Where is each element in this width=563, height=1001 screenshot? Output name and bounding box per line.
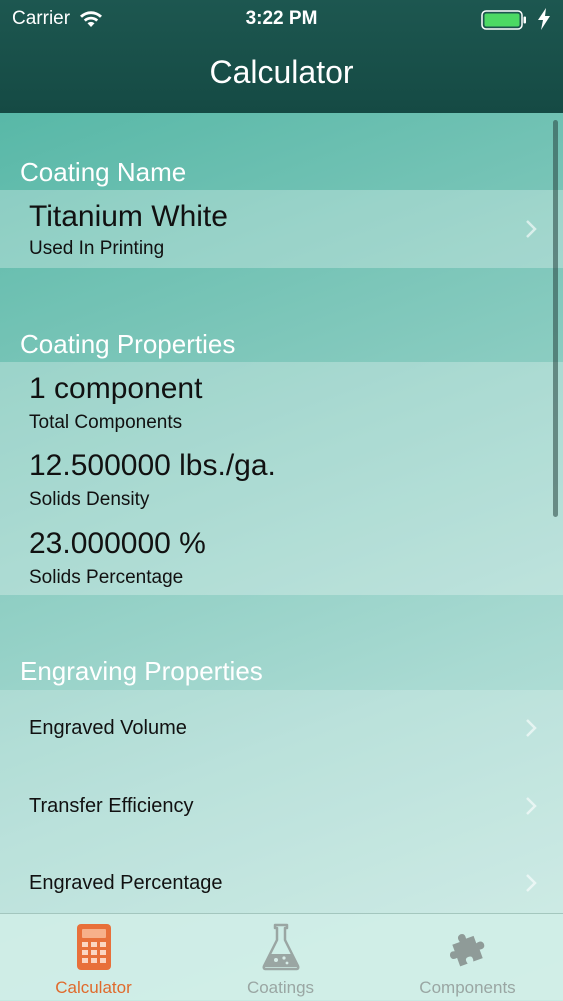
engraved-percentage-row[interactable]: Engraved Percentage [0,845,563,913]
engraving-properties-group: Engraved Volume Transfer Efficiency Engr… [0,690,563,913]
chevron-right-icon [526,874,537,892]
transfer-efficiency-row[interactable]: Transfer Efficiency [0,768,563,842]
status-bar: Carrier 3:22 PM [0,0,563,40]
solids-percentage-value: 23.000000 % [29,527,206,560]
calculator-icon [76,924,111,970]
chevron-right-icon [526,220,537,238]
page-title: Calculator [209,54,354,90]
engraved-percentage-label: Engraved Percentage [29,872,223,894]
navigation-header: Carrier 3:22 PM Calculator [0,0,563,113]
tab-bar: Calculator Coatings Components [0,913,563,1001]
engraved-volume-label: Engraved Volume [29,717,187,739]
total-components-label: Total Components [29,412,183,433]
tab-label: Coatings [246,978,315,997]
solids-percentage-label: Solids Percentage [29,567,184,588]
calculator-table[interactable]: Coating Name Titanium White Used In Prin… [0,113,563,913]
puzzle-icon [449,933,484,967]
chevron-right-icon [526,719,537,737]
section-header-coating-name: Coating Name [20,157,187,187]
section-header-engraving-properties: Engraving Properties [20,656,263,686]
solids-density-value: 12.500000 lbs./ga. [29,449,276,482]
engraved-volume-row[interactable]: Engraved Volume [0,690,563,764]
status-time: 3:22 PM [245,8,318,29]
transfer-efficiency-label: Transfer Efficiency [29,795,194,817]
chevron-right-icon [526,797,537,815]
battery-icon [481,10,526,30]
coating-name-row[interactable]: Titanium White Used In Printing [0,190,563,268]
charging-bolt-icon [538,8,550,30]
vertical-scrollbar[interactable] [553,120,558,517]
tab-coatings[interactable]: Coatings [187,914,374,1001]
tab-label: Components [419,978,516,997]
flask-icon [262,923,299,971]
coating-name-subtitle: Used In Printing [29,238,165,259]
section-header-coating-properties: Coating Properties [20,329,236,359]
coating-properties-group: 1 component Total Components 12.500000 l… [0,362,563,595]
total-components-value: 1 component [29,372,203,405]
tab-label: Calculator [55,978,132,997]
coating-name-title: Titanium White [29,200,228,233]
tab-calculator[interactable]: Calculator [0,914,187,1001]
tab-components[interactable]: Components [374,914,561,1001]
solids-density-label: Solids Density [29,489,150,510]
